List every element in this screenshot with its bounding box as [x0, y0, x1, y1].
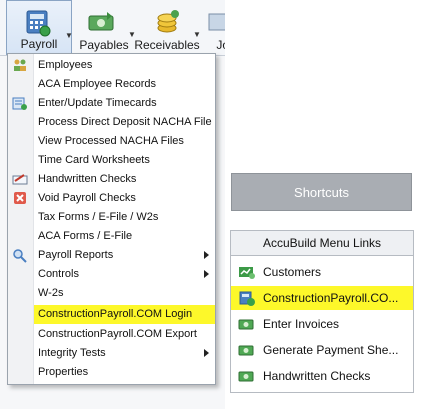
menu-item-label: Integrity Tests — [38, 347, 106, 359]
toolbar-label-receivables: Receivables — [134, 38, 200, 52]
menu-item-employees[interactable]: Employees — [8, 56, 215, 75]
timecards-icon — [12, 97, 27, 110]
menu-item-integrity-tests[interactable]: Integrity Tests — [8, 344, 215, 363]
payroll-dropdown-caret-icon[interactable]: ▼ — [65, 31, 73, 40]
payroll-dropdown-menu: Employees ACA Employee Records Enter/Upd… — [7, 53, 216, 385]
link-constructionpayroll[interactable]: ConstructionPayroll.CO... — [231, 286, 413, 310]
jobs-toolbar-button[interactable]: Job — [199, 0, 225, 55]
link-label: Customers — [263, 265, 322, 279]
menu-item-constructionpayroll-export[interactable]: ConstructionPayroll.COM Export — [8, 325, 215, 344]
submenu-arrow-icon — [204, 270, 209, 278]
reports-icon — [13, 249, 27, 263]
menu-item-time-card-worksheets[interactable]: Time Card Worksheets — [8, 151, 215, 170]
link-label: ConstructionPayroll.CO... — [263, 291, 399, 305]
menu-item-void-payroll-checks[interactable]: Void Payroll Checks — [8, 189, 215, 208]
link-handwritten-checks[interactable]: Handwritten Checks — [231, 364, 413, 388]
toolbar-label-jobs: Job — [216, 38, 225, 52]
link-enter-invoices[interactable]: Enter Invoices — [231, 312, 413, 336]
payables-toolbar-button[interactable]: ▼ Payables — [73, 0, 136, 55]
payment-money-icon — [238, 345, 254, 356]
receivables-coins-icon — [157, 10, 179, 33]
menu-item-label: ACA Forms / E-File — [38, 230, 133, 242]
invoice-money-icon — [238, 319, 254, 330]
ribbon-toolbar: ▼ Payroll ▼ Payables ▼ Receivables Job — [0, 0, 225, 56]
menu-item-label: Tax Forms / E-File / W2s — [38, 211, 159, 223]
payroll-toolbar-button[interactable]: ▼ Payroll — [6, 0, 73, 55]
submenu-arrow-icon — [204, 349, 209, 357]
menu-links-panel: AccuBuild Menu Links Customers Construct… — [230, 230, 414, 393]
menu-links-header: AccuBuild Menu Links — [231, 231, 413, 256]
menu-item-label: ACA Employee Records — [38, 78, 156, 90]
menu-item-label: W-2s — [38, 287, 64, 299]
jobs-icon — [208, 13, 225, 31]
link-customers[interactable]: Customers — [231, 260, 413, 284]
menu-item-payroll-reports[interactable]: Payroll Reports — [8, 246, 215, 265]
menu-item-label: Void Payroll Checks — [38, 192, 136, 204]
link-generate-payment-sheet[interactable]: Generate Payment She... — [231, 338, 413, 362]
menu-item-constructionpayroll-login[interactable]: ConstructionPayroll.COM Login — [34, 305, 215, 324]
constructionpayroll-icon — [239, 291, 255, 306]
menu-item-label: Properties — [38, 366, 89, 378]
receivables-toolbar-button[interactable]: ▼ Receivables — [134, 0, 201, 55]
employees-icon — [14, 59, 26, 71]
menu-item-label: Enter/Update Timecards — [38, 97, 157, 109]
handwritten-checks-icon — [12, 174, 28, 185]
payables-money-icon — [88, 12, 114, 31]
menu-item-w2s[interactable]: W-2s — [8, 284, 215, 303]
shortcuts-button[interactable]: Shortcuts — [231, 173, 412, 211]
payroll-calculator-icon — [26, 10, 51, 37]
link-label: Enter Invoices — [263, 317, 340, 331]
menu-links-title: AccuBuild Menu Links — [262, 236, 382, 250]
shortcuts-label: Shortcuts — [294, 184, 349, 200]
menu-item-aca-forms[interactable]: ACA Forms / E-File — [8, 227, 215, 246]
void-icon — [14, 192, 26, 204]
toolbar-label-payables: Payables — [79, 38, 129, 52]
menu-item-handwritten-checks[interactable]: Handwritten Checks — [8, 170, 215, 189]
menu-item-properties[interactable]: Properties — [8, 363, 215, 382]
menu-item-label: Employees — [38, 59, 93, 71]
menu-item-process-direct-deposit[interactable]: Process Direct Deposit NACHA File — [8, 113, 215, 132]
submenu-arrow-icon — [204, 251, 209, 259]
menu-item-label: ConstructionPayroll.COM Export — [38, 328, 197, 340]
menu-item-label: Handwritten Checks — [38, 173, 137, 185]
check-money-icon — [238, 371, 254, 382]
menu-item-label: Time Card Worksheets — [38, 154, 150, 166]
menu-item-label: Payroll Reports — [38, 249, 114, 261]
menu-item-tax-forms[interactable]: Tax Forms / E-File / W2s — [8, 208, 215, 227]
menu-item-aca-employee-records[interactable]: ACA Employee Records — [8, 75, 215, 94]
menu-item-label: Controls — [38, 268, 79, 280]
menu-item-controls[interactable]: Controls — [8, 265, 215, 284]
menu-item-view-nacha-files[interactable]: View Processed NACHA Files — [8, 132, 215, 151]
link-label: Generate Payment She... — [263, 343, 399, 357]
menu-item-label: ConstructionPayroll.COM Login — [38, 308, 193, 320]
link-label: Handwritten Checks — [263, 369, 371, 383]
customers-icon — [239, 267, 255, 279]
menu-item-label: View Processed NACHA Files — [38, 135, 184, 147]
menu-item-label: Process Direct Deposit NACHA File — [38, 116, 212, 128]
toolbar-label-payroll: Payroll — [20, 37, 58, 51]
menu-item-timecards[interactable]: Enter/Update Timecards — [8, 94, 215, 113]
